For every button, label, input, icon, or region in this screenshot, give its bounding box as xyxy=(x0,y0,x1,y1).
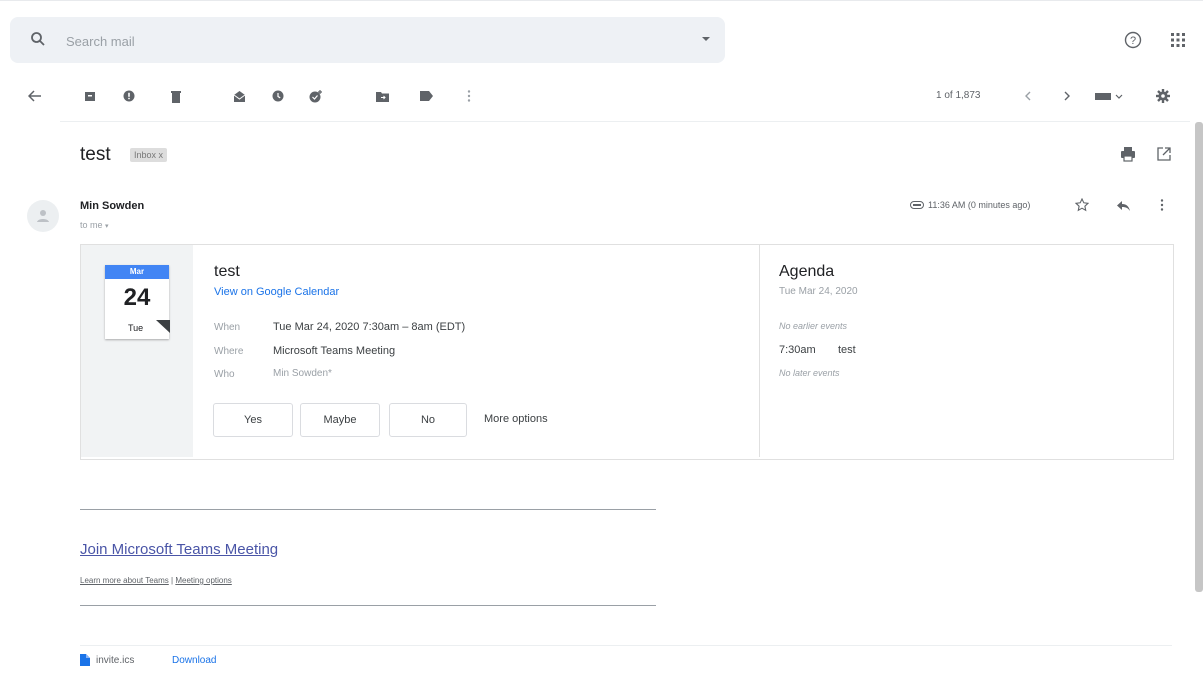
agenda-no-earlier: No earlier events xyxy=(779,321,848,331)
more-vert-icon[interactable] xyxy=(1160,199,1164,211)
more-vert-icon[interactable] xyxy=(459,86,479,106)
event-title: test xyxy=(214,263,240,280)
search-options-dropdown-icon[interactable] xyxy=(702,37,710,41)
svg-text:?: ? xyxy=(1130,35,1136,47)
rsvp-more-options-button[interactable]: More options xyxy=(484,413,548,425)
file-icon xyxy=(80,654,90,666)
where-value: Microsoft Teams Meeting xyxy=(273,345,396,357)
search-input[interactable] xyxy=(64,30,668,52)
rsvp-yes-button[interactable]: Yes xyxy=(213,403,293,437)
recipient-text: to me xyxy=(80,220,103,230)
attachment-icon xyxy=(910,201,924,209)
scrollbar-thumb[interactable] xyxy=(1195,122,1203,592)
move-to-icon[interactable] xyxy=(372,86,392,106)
message-time-text: 11:36 AM (0 minutes ago) xyxy=(928,200,1031,210)
add-task-icon[interactable] xyxy=(306,86,326,106)
back-arrow-icon[interactable] xyxy=(25,86,45,106)
download-link[interactable]: Download xyxy=(172,655,216,666)
who-label: Who xyxy=(214,369,235,380)
open-new-window-icon[interactable] xyxy=(1157,147,1171,161)
calendar-month: Mar xyxy=(105,265,169,279)
help-icon[interactable]: ? xyxy=(1124,31,1142,49)
email-subject: test xyxy=(80,144,111,165)
person-icon xyxy=(37,210,49,222)
teams-links-row: Learn more about Teams | Meeting options xyxy=(80,576,232,585)
avatar xyxy=(27,200,59,232)
when-label: When xyxy=(214,322,241,333)
recipient-details[interactable]: to me ▾ xyxy=(80,220,109,230)
inbox-label-chip[interactable]: Inbox x xyxy=(130,148,168,162)
agenda-no-later: No later events xyxy=(779,368,840,378)
learn-more-teams-link[interactable]: Learn more about Teams xyxy=(80,576,169,585)
where-label: Where xyxy=(214,346,244,357)
calendar-weekday: Tue xyxy=(128,323,144,333)
rsvp-maybe-button[interactable]: Maybe xyxy=(300,403,380,437)
newer-icon[interactable] xyxy=(1018,86,1038,106)
who-value[interactable]: Min Sowden* xyxy=(273,368,332,379)
agenda-item-title[interactable]: test xyxy=(838,344,856,356)
labels-icon[interactable] xyxy=(416,86,436,106)
search-icon[interactable] xyxy=(30,31,46,47)
rsvp-no-button[interactable]: No xyxy=(389,403,467,437)
view-on-google-calendar-link[interactable]: View on Google Calendar xyxy=(214,286,339,298)
calendar-day: 24 xyxy=(123,284,151,311)
message-time: 11:36 AM (0 minutes ago) xyxy=(910,200,1030,210)
calendar-page-curl-icon xyxy=(156,320,170,333)
when-value: Tue Mar 24, 2020 7:30am – 8am (EDT) xyxy=(273,321,466,333)
star-icon[interactable] xyxy=(1075,198,1089,212)
archive-icon[interactable] xyxy=(80,86,100,106)
snooze-icon[interactable] xyxy=(268,86,288,106)
agenda-date: Tue Mar 24, 2020 xyxy=(779,286,858,297)
input-tools-icon[interactable] xyxy=(1094,86,1124,106)
top-border xyxy=(0,0,1203,1)
attachment-divider xyxy=(80,645,1172,646)
meeting-options-link[interactable]: Meeting options xyxy=(175,576,231,585)
print-icon[interactable] xyxy=(1120,146,1136,162)
settings-icon[interactable] xyxy=(1153,86,1173,106)
teams-top-rule xyxy=(80,509,656,510)
teams-bottom-rule xyxy=(80,605,656,606)
toolbar-divider xyxy=(60,121,1190,122)
join-teams-meeting-link[interactable]: Join Microsoft Teams Meeting xyxy=(80,541,278,558)
search-bar[interactable] xyxy=(10,17,725,63)
apps-icon[interactable] xyxy=(1170,32,1186,48)
report-spam-icon[interactable] xyxy=(119,86,139,106)
pagination-text: 1 of 1,873 xyxy=(936,90,981,101)
older-icon[interactable] xyxy=(1057,86,1077,106)
mark-unread-icon[interactable] xyxy=(229,86,249,106)
reply-icon[interactable] xyxy=(1116,200,1130,212)
card-divider xyxy=(759,245,760,457)
agenda-item-time: 7:30am xyxy=(779,344,816,356)
delete-icon[interactable] xyxy=(166,86,186,106)
attachment-name[interactable]: invite.ics xyxy=(96,655,134,666)
sender-name[interactable]: Min Sowden xyxy=(80,200,144,212)
agenda-title: Agenda xyxy=(779,263,835,280)
chevron-down-icon[interactable]: ▾ xyxy=(105,223,109,230)
